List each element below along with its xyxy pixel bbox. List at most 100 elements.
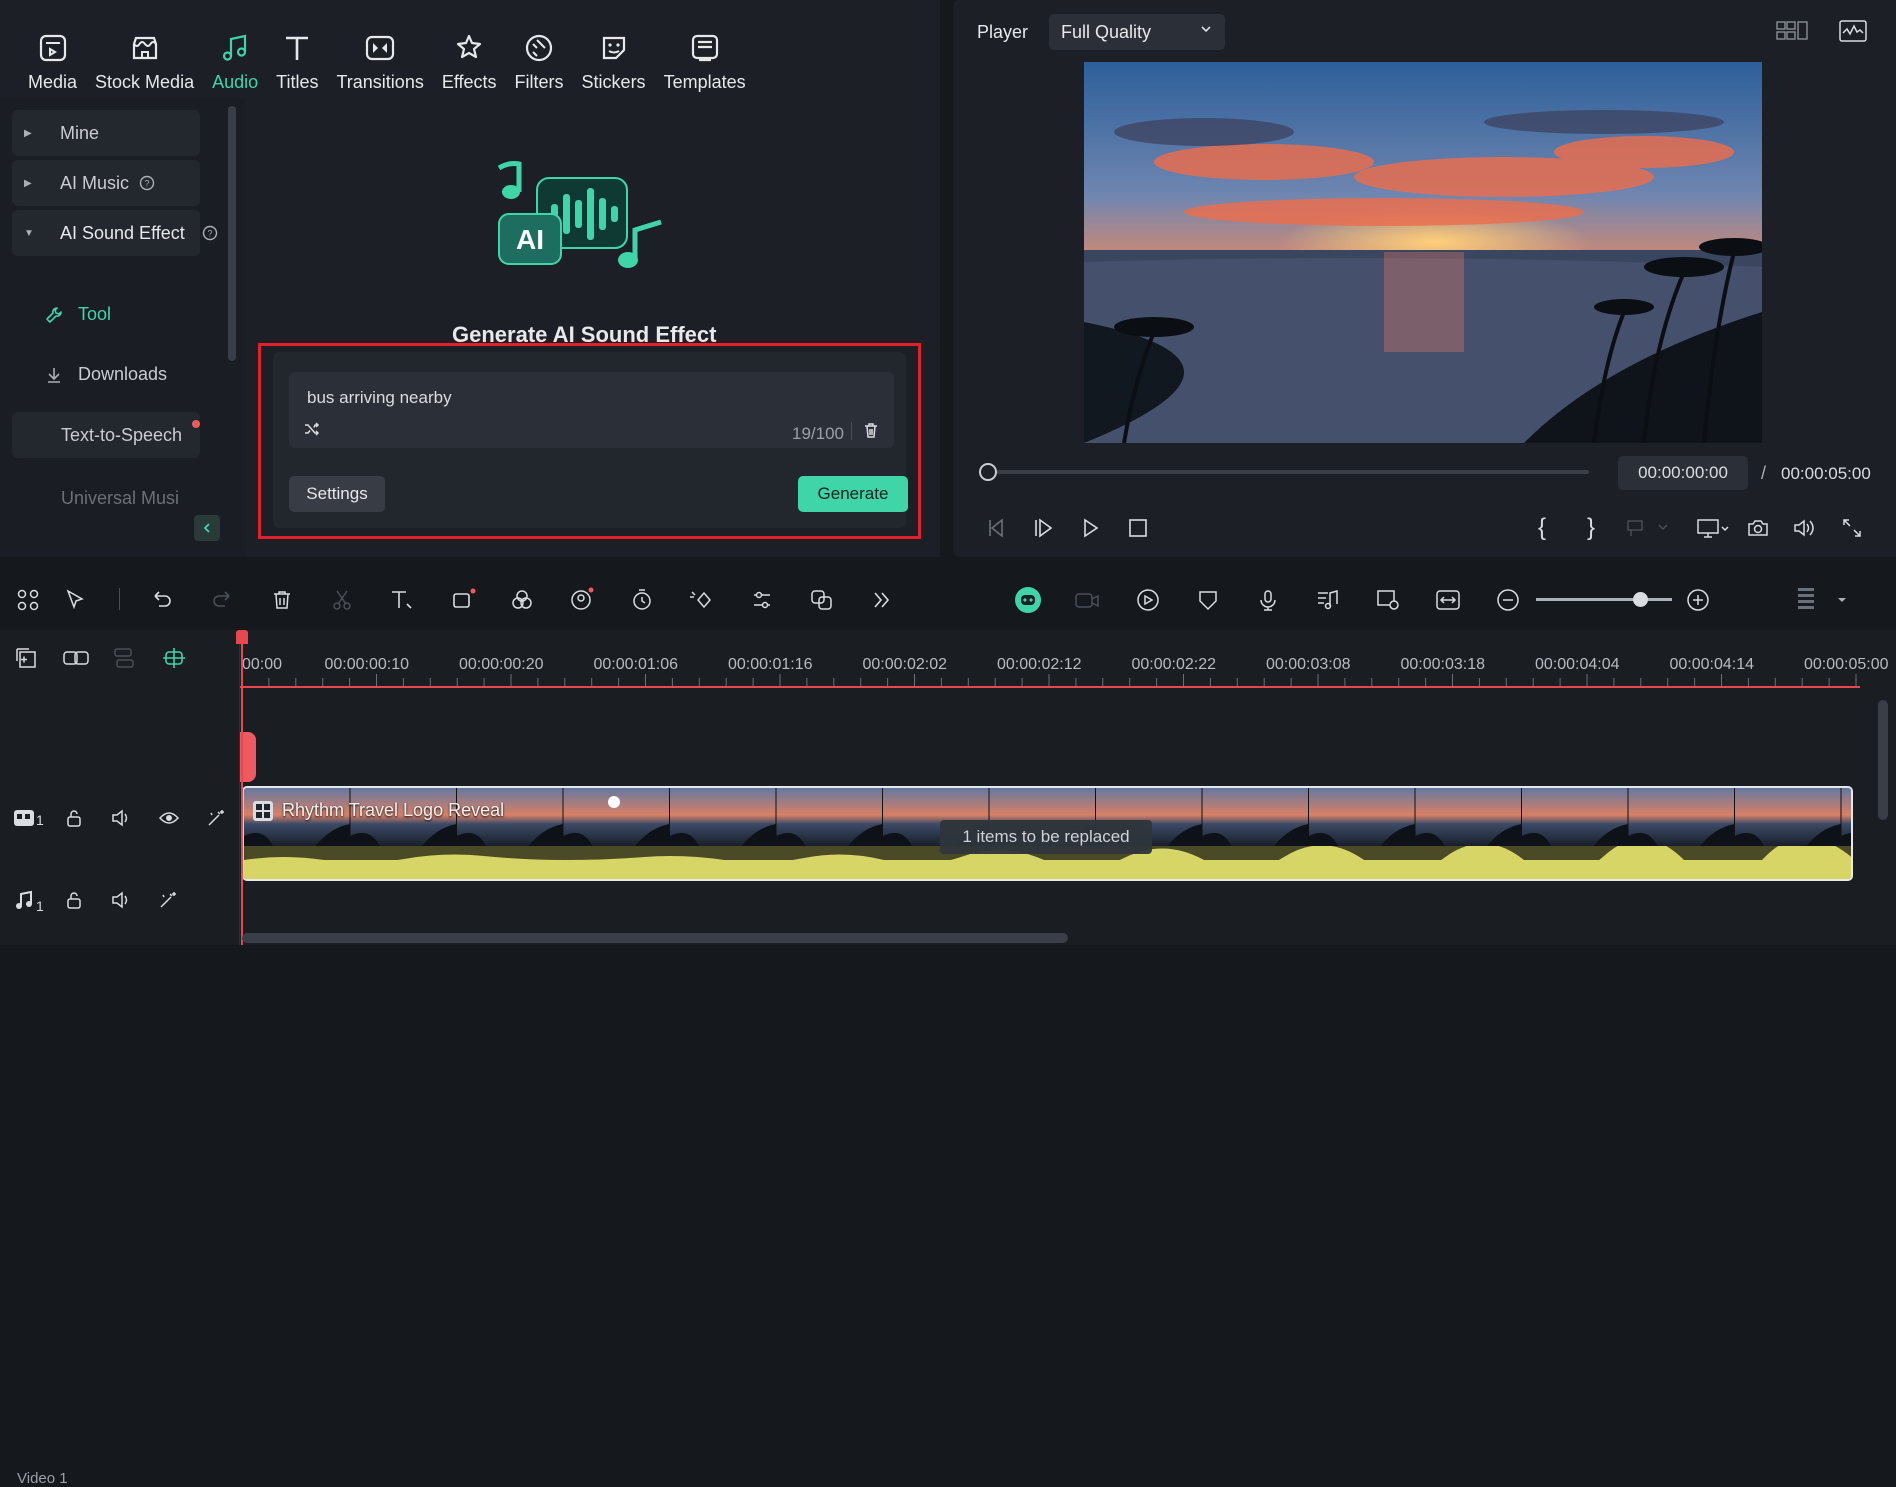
playhead-handle[interactable] bbox=[236, 630, 248, 644]
video-preview[interactable] bbox=[1084, 62, 1762, 443]
ai-copilot-icon[interactable] bbox=[1012, 584, 1044, 616]
snapshot-marker-icon[interactable] bbox=[1623, 513, 1673, 543]
zoom-out-icon[interactable] bbox=[1492, 584, 1524, 616]
track-height-icon[interactable] bbox=[1790, 584, 1822, 616]
music-beat-icon[interactable] bbox=[1312, 584, 1344, 616]
select-tool-icon[interactable] bbox=[60, 584, 92, 616]
ai-video-icon[interactable] bbox=[1072, 584, 1104, 616]
caret-down-icon[interactable] bbox=[1826, 584, 1858, 616]
eye-icon[interactable] bbox=[155, 804, 183, 832]
auto-reframe-icon[interactable] bbox=[1132, 584, 1164, 616]
tab-filters[interactable]: Filters bbox=[515, 0, 564, 98]
crop-shape-icon[interactable] bbox=[448, 584, 480, 616]
zoom-slider-track[interactable] bbox=[1536, 598, 1672, 601]
sidebar-item-ai-sound-effect[interactable]: ▼ AI Sound Effect ? bbox=[12, 210, 218, 256]
camera-icon[interactable] bbox=[1743, 513, 1773, 543]
fullscreen-icon[interactable] bbox=[1837, 513, 1867, 543]
ruler-tick-label: 00:00:01:06 bbox=[593, 656, 679, 673]
help-icon[interactable]: ? bbox=[202, 225, 218, 241]
sidebar-scrollbar[interactable] bbox=[228, 106, 236, 361]
tab-audio[interactable]: Audio bbox=[212, 0, 258, 98]
sidebar-item-mine[interactable]: ▶ Mine bbox=[12, 110, 200, 156]
transitions-icon bbox=[362, 30, 398, 66]
collapse-sidebar-button[interactable] bbox=[194, 515, 220, 541]
play-reverse-icon[interactable] bbox=[1028, 513, 1058, 543]
lock-icon[interactable] bbox=[60, 886, 88, 914]
tab-transitions[interactable]: Transitions bbox=[336, 0, 424, 98]
color-icon[interactable] bbox=[506, 584, 538, 616]
shuffle-icon[interactable] bbox=[303, 420, 321, 438]
layout-icon[interactable] bbox=[1776, 20, 1808, 42]
speaker-icon[interactable] bbox=[107, 886, 135, 914]
preview-render-icon[interactable] bbox=[1372, 584, 1404, 616]
ruler-tick-label: 00:00:02:22 bbox=[1131, 656, 1217, 673]
ai-portrait-icon[interactable] bbox=[566, 584, 598, 616]
quality-value: Full Quality bbox=[1061, 21, 1152, 42]
auto-enhance-icon[interactable] bbox=[203, 804, 231, 832]
video-track-icon bbox=[10, 804, 38, 832]
delete-icon[interactable] bbox=[266, 584, 298, 616]
auto-enhance-icon[interactable] bbox=[155, 886, 183, 914]
add-track-icon[interactable] bbox=[12, 644, 40, 672]
current-time[interactable]: 00:00:00:00 bbox=[1618, 456, 1748, 490]
unlink-icon[interactable] bbox=[110, 644, 138, 672]
mark-in-icon[interactable]: { bbox=[1527, 513, 1557, 543]
tab-label: Audio bbox=[212, 72, 259, 92]
microphone-icon[interactable] bbox=[1252, 584, 1284, 616]
tab-effects[interactable]: Effects bbox=[442, 0, 497, 98]
play-icon[interactable] bbox=[1075, 513, 1105, 543]
timeline-horizontal-scrollbar[interactable] bbox=[242, 933, 1068, 943]
svg-text:?: ? bbox=[145, 179, 150, 189]
fit-timeline-icon[interactable] bbox=[1432, 584, 1464, 616]
timeline-vertical-scrollbar[interactable] bbox=[1878, 700, 1888, 820]
link-icon[interactable] bbox=[62, 644, 90, 672]
tab-label: Effects bbox=[441, 72, 497, 92]
sidebar-item-universal-music[interactable]: Universal Musi bbox=[12, 474, 200, 505]
more-tools-icon[interactable] bbox=[866, 584, 898, 616]
sidebar-item-label: Text-to-Speech bbox=[61, 424, 183, 445]
waveform-monitor-icon[interactable] bbox=[1839, 20, 1867, 42]
lock-icon[interactable] bbox=[60, 804, 88, 832]
text-tool-icon[interactable] bbox=[386, 584, 418, 616]
tab-titles[interactable]: Titles bbox=[276, 0, 318, 98]
trash-icon[interactable] bbox=[862, 421, 880, 439]
audio-icon bbox=[217, 30, 253, 66]
previous-frame-icon[interactable] bbox=[981, 513, 1011, 543]
divider bbox=[119, 588, 120, 610]
speed-timer-icon[interactable] bbox=[626, 584, 658, 616]
sidebar-item-ai-music[interactable]: ▶ AI Music ? bbox=[12, 160, 200, 206]
help-icon[interactable]: ? bbox=[139, 175, 155, 191]
playback-progress-track[interactable] bbox=[987, 470, 1589, 474]
generate-button[interactable]: Generate bbox=[798, 476, 908, 512]
playback-scrubber[interactable] bbox=[979, 463, 997, 481]
stop-icon[interactable] bbox=[1123, 513, 1153, 543]
adjust-sliders-icon[interactable] bbox=[746, 584, 778, 616]
playhead[interactable] bbox=[241, 636, 243, 945]
layout-grid-icon[interactable] bbox=[12, 584, 44, 616]
settings-button[interactable]: Settings bbox=[289, 476, 385, 512]
prompt-input[interactable]: bus arriving nearby 19/100 bbox=[289, 372, 894, 448]
notification-dot bbox=[192, 420, 200, 428]
tab-templates[interactable]: Templates bbox=[664, 0, 746, 98]
mark-out-icon[interactable]: } bbox=[1576, 513, 1606, 543]
volume-icon[interactable] bbox=[1789, 513, 1819, 543]
tab-stickers[interactable]: Stickers bbox=[582, 0, 646, 98]
undo-icon[interactable] bbox=[146, 584, 178, 616]
ai-translate-icon[interactable] bbox=[806, 584, 838, 616]
timeline-ruler[interactable]: 00:00 00:00:00:10 00:00:00:20 00:00:01:06 00… bbox=[240, 640, 1896, 688]
redo-icon[interactable] bbox=[206, 584, 238, 616]
tab-media[interactable]: Media bbox=[28, 0, 77, 98]
zoom-in-icon[interactable] bbox=[1682, 584, 1714, 616]
scissors-icon[interactable] bbox=[326, 584, 358, 616]
tab-stock-media[interactable]: Stock Media bbox=[95, 0, 194, 98]
zoom-slider-knob[interactable] bbox=[1633, 592, 1648, 607]
sidebar-item-text-to-speech[interactable]: Text-to-Speech bbox=[12, 412, 200, 458]
speaker-icon[interactable] bbox=[107, 804, 135, 832]
sidebar-item-tool[interactable]: Tool bbox=[44, 304, 111, 325]
quality-dropdown[interactable]: Full Quality bbox=[1049, 14, 1225, 50]
magnetic-snap-icon[interactable] bbox=[160, 644, 188, 672]
display-settings-icon[interactable] bbox=[1693, 513, 1733, 543]
keyframe-icon[interactable] bbox=[686, 584, 718, 616]
mask-shield-icon[interactable] bbox=[1192, 584, 1224, 616]
sidebar-item-downloads[interactable]: Downloads bbox=[44, 364, 167, 385]
